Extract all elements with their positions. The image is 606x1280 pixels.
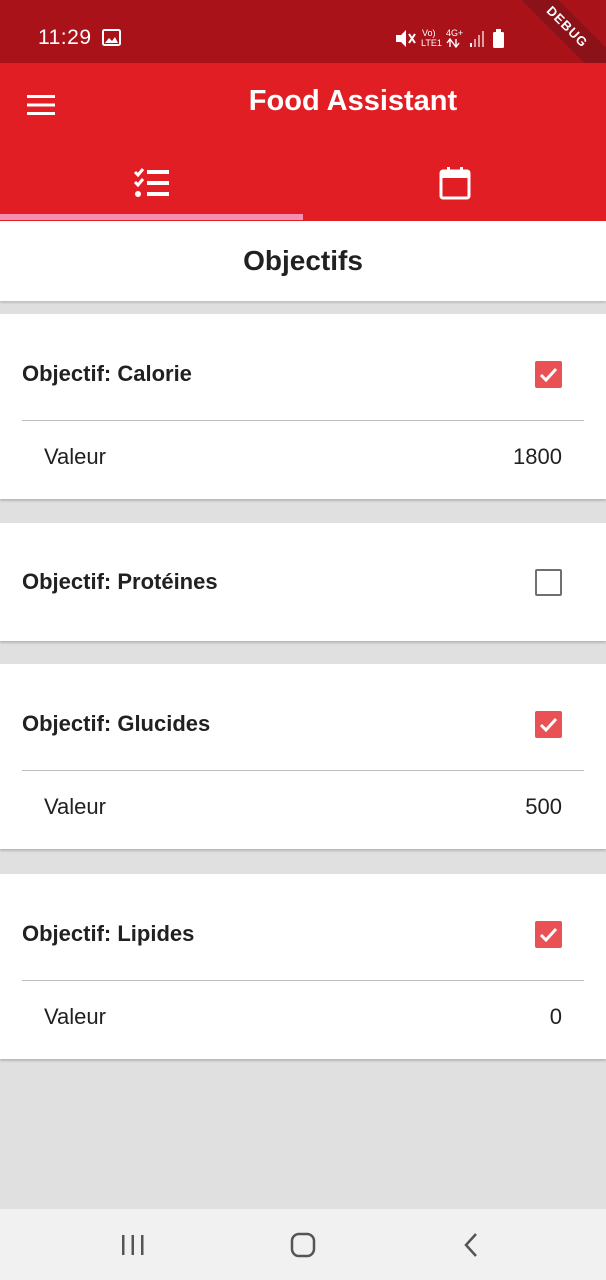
- svg-text:LTE1: LTE1: [421, 38, 442, 48]
- goal-checkbox[interactable]: [535, 569, 562, 596]
- home-button[interactable]: [283, 1227, 323, 1263]
- check-icon: [539, 717, 558, 733]
- checklist-icon: [133, 168, 169, 197]
- goal-checkbox[interactable]: [535, 711, 562, 738]
- tab-objectifs[interactable]: [0, 148, 303, 218]
- value-label: Valeur: [44, 1004, 106, 1029]
- value-number: 500: [525, 794, 562, 819]
- app-bar: Food Assistant: [0, 63, 606, 221]
- goal-value-row[interactable]: Valeur 500: [0, 771, 606, 849]
- status-bar: 11:29 Vo) LTE1 4G+ DEBUG: [0, 0, 606, 90]
- goal-checkbox[interactable]: [535, 361, 562, 388]
- goal-card-glucides: Objectif: Glucides Valeur 500: [0, 664, 606, 849]
- goal-header: Objectif: Lipides: [0, 874, 606, 994]
- calendar-icon: [439, 167, 470, 200]
- app-title: Food Assistant: [248, 85, 458, 117]
- goal-card-proteines: Objectif: Protéines: [0, 523, 606, 641]
- back-button[interactable]: [452, 1227, 492, 1263]
- svg-text:4G+: 4G+: [446, 28, 463, 38]
- goal-title: Objectif: Protéines: [22, 569, 218, 594]
- recents-button[interactable]: [113, 1227, 153, 1263]
- goal-value-row[interactable]: Valeur 0: [0, 981, 606, 1059]
- value-number: 0: [549, 1004, 562, 1029]
- goal-header: Objectif: Glucides: [0, 664, 606, 784]
- signal-icons: Vo) LTE1 4G+: [394, 26, 509, 57]
- menu-button[interactable]: [16, 83, 66, 127]
- value-number: 1800: [513, 444, 562, 469]
- back-icon: [464, 1233, 477, 1257]
- value-label: Valeur: [44, 444, 106, 469]
- goal-header: Objectif: Protéines: [0, 523, 606, 641]
- tab-calendar[interactable]: [303, 148, 606, 218]
- goal-header: Objectif: Calorie: [0, 314, 606, 434]
- goal-title: Objectif: Calorie: [22, 361, 192, 386]
- system-nav-bar: [0, 1209, 606, 1280]
- value-label: Valeur: [44, 794, 106, 819]
- goal-checkbox[interactable]: [535, 921, 562, 948]
- section-header: Objectifs: [0, 221, 606, 301]
- goal-title: Objectif: Glucides: [22, 711, 211, 736]
- section-title: Objectifs: [243, 245, 363, 276]
- goal-card-calorie: Objectif: Calorie Valeur 1800: [0, 314, 606, 499]
- gallery-icon: [102, 29, 121, 51]
- goal-title: Objectif: Lipides: [22, 921, 195, 946]
- check-icon: [539, 367, 558, 383]
- menu-icon: [27, 95, 55, 115]
- home-icon: [290, 1232, 316, 1258]
- svg-text:Vo): Vo): [422, 28, 436, 38]
- recents-icon: [122, 1235, 144, 1255]
- tab-indicator: [0, 214, 303, 220]
- goal-value-row[interactable]: Valeur 1800: [0, 421, 606, 499]
- goal-card-lipides: Objectif: Lipides Valeur 0: [0, 874, 606, 1059]
- status-time: 11:29: [38, 26, 92, 49]
- check-icon: [539, 927, 558, 943]
